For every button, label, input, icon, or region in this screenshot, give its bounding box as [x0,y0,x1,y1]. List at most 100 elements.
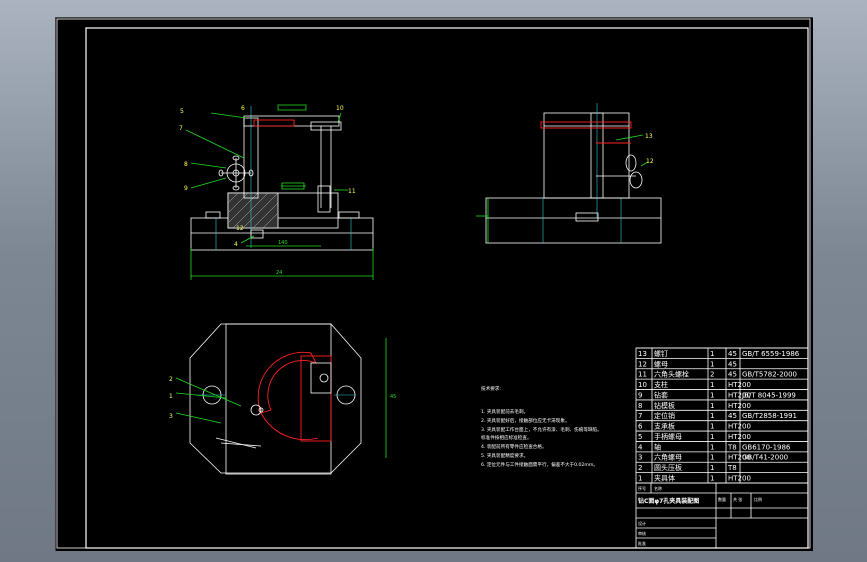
bom-cell-std: JB/T 8045-1999 [741,391,796,399]
bom-cell-no: 9 [638,391,642,399]
tb-approve: 批准 [638,540,646,546]
bom-cell-no: 3 [638,454,642,462]
bom-cell-qty: 1 [710,360,714,368]
bom-cell-mat: 45 [728,412,737,420]
bom-cell-std: GB/T2858-1991 [742,412,797,420]
notes-title: 技术要求: [481,385,501,392]
front-dim-inner: 140 [278,240,288,246]
side-balloon-13: 13 [645,133,653,140]
front-balloon-7: 7 [179,125,183,132]
bom-row: 11 六角头螺栓 2 45 GB/T5782-2000 [636,368,808,379]
note-line-3: 3. 夹具装配工作台面上，不允许有漆、毛刺、伤痕等缺陷。 [481,426,602,433]
sheet-inner-border [85,27,809,549]
note-line-5: 4. 装配前所有零件应检查合格。 [481,443,547,450]
bom-row: 13 螺钉 1 45 GB/T 6559-1986 [636,347,808,358]
front-balloon-5: 5 [180,108,184,115]
drawing-canvas: 5 6 7 8 9 10 11 12 4 24 140 13 12 2 1 3 … [56,18,811,549]
front-balloon-10: 10 [336,105,344,112]
side-view: 13 12 [476,103,662,244]
top-dim-vertical: 45 [390,394,396,400]
bom-row: 6 支承板 1 HT200 [636,420,808,431]
front-balloon-4: 4 [234,241,238,248]
bom-cell-qty: 1 [710,391,714,399]
tb-hdr-no: 序号 [638,485,646,491]
front-balloon-6: 6 [241,105,245,112]
tb-sheet-label: 共 张 [733,496,742,502]
side-balloon-12: 12 [646,158,654,165]
bom-cell-mat: 45 [728,360,737,368]
drawing-title: 钻C面φ7孔夹具装配图 [638,497,699,505]
bom-cell-name: 支柱 [654,380,668,389]
note-line-6: 5. 夹具装配精度要求。 [481,452,528,459]
front-view: 5 6 7 8 9 10 11 12 4 24 140 [179,104,374,280]
bom-cell-name: 支承板 [654,422,675,431]
bom-cell-mat: 45 [728,350,737,358]
bom-cell-name: 夹具体 [654,474,675,483]
bom-cell-qty: 1 [710,412,714,420]
bom-cell-mat: T8 [727,464,737,472]
front-balloon-11: 11 [348,188,356,195]
bom-cell-no: 12 [638,360,647,368]
bom-row: 2 圆头压板 1 T8 [636,461,808,472]
top-balloon-3: 3 [169,413,173,420]
bom-cell-std: GB/T 6559-1986 [742,350,800,358]
bom-cell-name: 六角螺母 [654,453,682,462]
bom-cell-qty: 1 [710,464,714,472]
bom-cell-qty: 1 [710,433,714,441]
top-balloon-1: 1 [169,393,173,400]
bom-cell-no: 5 [638,433,642,441]
tb-check: 审核 [638,530,646,536]
bom-cell-name: 螺钉 [654,349,668,358]
bom-row: 7 定位销 1 45 GB/T2858-1991 [636,409,808,420]
bom-cell-qty: 1 [710,475,714,483]
bom-cell-name: 轴 [654,442,661,451]
bom-cell-name: 六角头螺栓 [654,370,689,379]
top-view: 2 1 3 45 [169,323,396,475]
bom-cell-name: 圆头压板 [654,463,682,472]
bom-cell-mat: 45 [728,371,737,379]
bom-cell-mat: HT200 [728,433,751,441]
top-plate [189,323,362,474]
bom-cell-qty: 1 [710,423,714,431]
sheet-outer-border [56,18,811,549]
front-balloon-12: 12 [236,225,244,232]
bom-cell-no: 13 [638,350,647,358]
front-balloon-8: 8 [184,161,188,168]
bom-cell-mat: HT200 [728,402,751,410]
tb-scale-label: 比例 [754,496,762,502]
side-base [485,197,662,244]
bom-table: 13 螺钉 1 45 GB/T 6559-198612 螺母 1 4511 六角头螺栓 2 45 GB… [635,347,809,484]
bom-cell-no: 8 [638,402,642,410]
title-block: 序号 名称 钻C面φ7孔夹具装配图 数量 共 张 比例 设计 审核 批准 [635,482,809,549]
front-dim-overall: 24 [276,270,282,276]
bom-cell-no: 2 [638,464,642,472]
note-line-7: 6. 定位元件与工件接触面需平行，偏差不大于0.02mm。 [481,461,598,468]
bom-row: 12 螺母 1 45 [636,357,808,368]
bom-cell-qty: 1 [710,350,714,358]
bom-cell-no: 7 [638,412,642,420]
bom-cell-mat: T8 [727,443,737,451]
tb-design: 设计 [638,520,646,526]
bom-cell-no: 11 [638,371,647,379]
bom-cell-name: 螺母 [654,359,668,368]
note-line-1: 1. 夹具装配前去毛刺。 [481,408,528,415]
bom-cell-std: GB/T41-2000 [742,454,788,462]
bom-row: 1 夹具体 1 HT200 [636,472,808,483]
bom-cell-qty: 1 [710,443,714,451]
bom-cell-std: GB/T5782-2000 [742,371,797,379]
note-line-4: 标准件按相应标准检查。 [481,434,532,441]
bom-row: 3 六角螺母 1 HT200GB/T41-2000 [636,451,808,462]
bom-cell-no: 10 [638,381,647,389]
bom-row: 5 手柄螺母 1 HT200 [636,430,808,441]
note-line-2: 2. 夹具装配好后，接触部位应无卡滞现象。 [481,417,570,424]
technical-notes: 技术要求: 1. 夹具装配前去毛刺。 2. 夹具装配好后，接触部位应无卡滞现象。… [481,385,602,468]
bom-cell-mat: HT200 [728,381,751,389]
front-balloon-9: 9 [184,185,188,192]
bom-row: 10 支柱 1 HT200 [636,378,808,389]
bom-cell-mat: HT200 [728,475,751,483]
bom-cell-qty: 1 [710,454,714,462]
bom-row: 4 轴 1 T8 GB6170-1986 [636,441,808,451]
bom-row: 9 钻套 1 HT200JB/T 8045-1999 [636,389,808,399]
cad-viewport[interactable]: 5 6 7 8 9 10 11 12 4 24 140 13 12 2 1 3 … [55,17,813,551]
bom-cell-no: 4 [638,443,643,451]
